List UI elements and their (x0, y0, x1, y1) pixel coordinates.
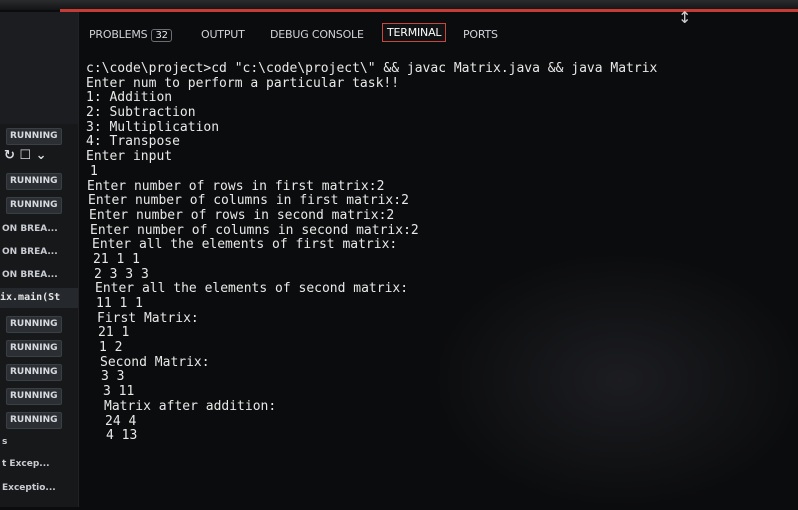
debug-controls[interactable]: ↻ ☐ ⌄ (0, 146, 82, 166)
tab-debug-console-label: DEBUG CONSOLE (270, 28, 364, 41)
status-badge: RUNNING (6, 128, 62, 145)
terminal-line: 4: Transpose (86, 134, 180, 150)
sidebar-item[interactable]: ix.main(St (0, 288, 78, 308)
terminal-line: 2: Subtraction (86, 105, 196, 121)
sidebar-item[interactable]: RUNNING (0, 195, 78, 215)
sidebar-item[interactable]: ON BREA... (0, 242, 80, 262)
terminal-line: 2 3 3 3 (94, 266, 149, 282)
sidebar-item[interactable]: RUNNING (0, 171, 78, 191)
sidebar-item[interactable]: ON BREA... (0, 219, 80, 239)
sidebar-item[interactable]: ON BREA... (0, 265, 80, 285)
status-badge: RUNNING (6, 364, 62, 381)
terminal-line: 3 11 (103, 384, 135, 400)
sidebar-item[interactable]: s (0, 432, 80, 452)
status-badge: RUNNING (6, 173, 62, 190)
sidebar-item[interactable]: Exceptio... (0, 478, 80, 498)
terminal-line: 4 13 (106, 428, 138, 444)
terminal-line: 24 4 (105, 413, 137, 429)
sidebar-item[interactable]: RUNNING (0, 386, 78, 406)
tab-output-label: OUTPUT (201, 28, 245, 41)
tab-debug-console[interactable]: DEBUG CONSOLE (270, 28, 364, 41)
sidebar-item[interactable]: RUNNING (0, 126, 78, 146)
tab-ports-label: PORTS (463, 28, 498, 41)
status-badge: RUNNING (6, 412, 62, 429)
terminal-line: Enter number of columns in first matrix:… (88, 193, 409, 209)
tab-ports[interactable]: PORTS (463, 28, 498, 41)
terminal-line: 21 1 1 (93, 251, 140, 267)
debug-sidebar: RUNNING ↻ ☐ ⌄ RUNNING RUNNING ON BREA... ON B… (0, 12, 79, 507)
tab-output[interactable]: OUTPUT (201, 28, 245, 41)
status-badge: RUNNING (6, 340, 62, 357)
tab-problems-label: PROBLEMS (89, 28, 148, 41)
sidebar-item[interactable]: RUNNING (0, 410, 78, 430)
terminal-line: c:\code\project>cd "c:\code\project\" &&… (86, 61, 658, 76)
tab-terminal[interactable]: TERMINAL (382, 23, 447, 42)
terminal-output[interactable]: c:\code\project>cd "c:\code\project\" &&… (86, 61, 791, 507)
sidebar-item[interactable]: t Excep... (0, 454, 80, 474)
terminal-line: Enter number of columns in second matrix… (90, 222, 419, 238)
status-badge: RUNNING (6, 197, 62, 214)
terminal-line: Enter all the elements of second matrix: (95, 281, 409, 297)
sidebar-header-area (0, 12, 78, 124)
sidebar-item[interactable]: RUNNING (0, 314, 78, 334)
terminal-line: 11 1 1 (96, 296, 143, 311)
problems-count-badge: 32 (151, 29, 172, 42)
terminal-line: 1: Addition (86, 90, 173, 106)
terminal-line: Enter all the elements of first matrix: (92, 237, 398, 253)
terminal-line: 3: Multiplication (86, 119, 220, 135)
status-badge: RUNNING (6, 316, 62, 333)
tab-problems[interactable]: PROBLEMS 32 (89, 28, 172, 42)
terminal-line: 1 2 (99, 340, 123, 356)
sidebar-item[interactable]: RUNNING (0, 362, 78, 382)
resize-cursor-icon[interactable]: ↕ (678, 8, 691, 27)
terminal-line: Enter number of rows in second matrix:2 (89, 207, 395, 223)
terminal-line: Enter input (86, 149, 173, 165)
terminal-line: 21 1 (98, 325, 130, 341)
terminal-line: Enter num to perform a particular task!! (86, 75, 400, 91)
sidebar-item[interactable]: RUNNING (0, 338, 78, 358)
terminal-line: 1 (90, 163, 98, 179)
terminal-line: First Matrix: (97, 310, 199, 326)
status-badge: RUNNING (6, 388, 62, 405)
terminal-line: Second Matrix: (100, 354, 210, 370)
terminal-line: Enter number of rows in first matrix:2 (87, 178, 385, 194)
terminal-line: 3 3 (101, 369, 125, 385)
tab-terminal-label: TERMINAL (387, 26, 442, 39)
terminal-line: Matrix after addition: (104, 398, 277, 414)
